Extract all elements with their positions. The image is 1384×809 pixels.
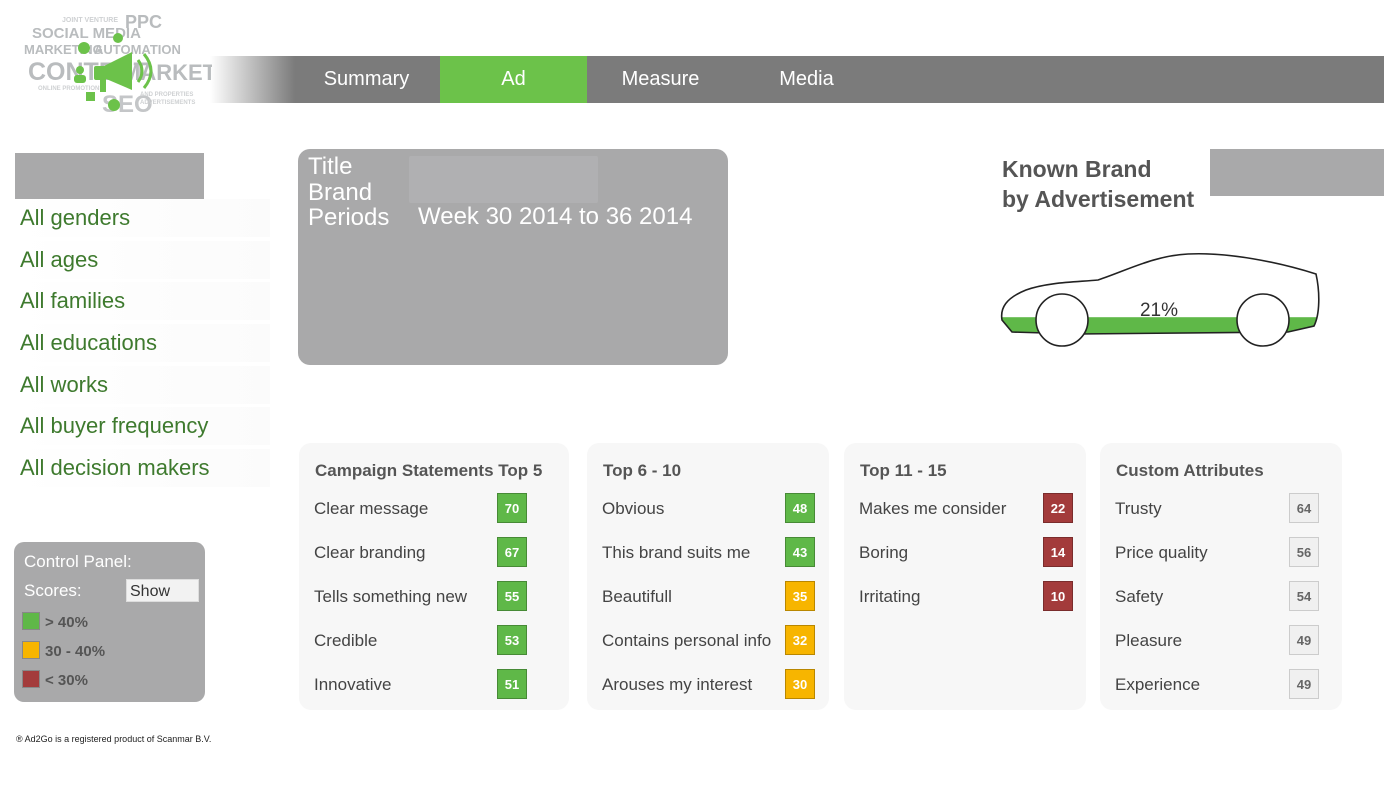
periods-value: Week 30 2014 to 36 2014 xyxy=(418,203,693,230)
statement-label: Makes me consider xyxy=(859,499,1007,518)
score-badge: 32 xyxy=(785,625,815,655)
score-badge: 49 xyxy=(1289,669,1319,699)
score-badge: 56 xyxy=(1289,537,1319,567)
filter-genders[interactable]: All genders xyxy=(15,199,270,237)
statement-label: Clear branding xyxy=(314,543,426,562)
title-label: Title xyxy=(308,153,353,180)
filter-educations[interactable]: All educations xyxy=(15,324,270,362)
score-badge: 43 xyxy=(785,537,815,567)
legend-red-swatch xyxy=(22,670,40,688)
logo-word-automation: AUTOMATION xyxy=(94,42,181,57)
filter-header xyxy=(15,153,204,200)
statement-label: Boring xyxy=(859,543,909,562)
statement-label: Clear message xyxy=(314,499,429,518)
tab-ad[interactable]: Ad xyxy=(440,56,587,103)
control-panel-title: Control Panel: xyxy=(24,552,132,571)
legend-amber-swatch xyxy=(22,641,40,659)
card-title: Custom Attributes xyxy=(1116,461,1264,480)
legend-red-label: < 30% xyxy=(45,672,88,689)
filter-decision-makers[interactable]: All decision makers xyxy=(15,449,270,487)
statement-label: Obvious xyxy=(602,499,665,518)
legend-green-swatch xyxy=(22,612,40,630)
filter-works[interactable]: All works xyxy=(15,366,270,404)
known-brand-value: 21% xyxy=(1140,300,1178,321)
known-brand-subtitle: by Advertisement xyxy=(1002,186,1195,212)
svg-text:JOINT VENTURE: JOINT VENTURE xyxy=(62,17,118,24)
score-badge: 30 xyxy=(785,669,815,699)
filter-buyer-frequency[interactable]: All buyer frequency xyxy=(15,407,270,445)
statement-label: Safety xyxy=(1115,587,1164,606)
marketing-word-cloud-logo: JOINT VENTURE PPC SOCIAL MEDIA MARKETING… xyxy=(24,12,212,118)
score-badge: 49 xyxy=(1289,625,1319,655)
svg-text:ONLINE PROMOTIONS: ONLINE PROMOTIONS xyxy=(38,86,103,92)
score-badge: 10 xyxy=(1043,581,1073,611)
statement-label: Innovative xyxy=(314,675,392,694)
score-badge: 51 xyxy=(497,669,527,699)
score-badge: 67 xyxy=(497,537,527,567)
legend-green-label: > 40% xyxy=(45,614,88,631)
score-badge: 70 xyxy=(497,493,527,523)
legend-amber-label: 30 - 40% xyxy=(45,643,106,660)
scores-label: Scores: xyxy=(24,581,82,600)
statement-label: Trusty xyxy=(1115,499,1162,518)
car-gauge: 21% xyxy=(1000,252,1320,347)
statement-label: Experience xyxy=(1115,675,1201,694)
statement-label: Pleasure xyxy=(1115,631,1183,650)
statement-label: This brand suits me xyxy=(602,543,751,562)
score-badge: 54 xyxy=(1289,581,1319,611)
card-top-11-15 xyxy=(844,443,1086,710)
brand-label: Brand xyxy=(308,179,373,206)
score-badge: 35 xyxy=(785,581,815,611)
card-title: Top 11 - 15 xyxy=(860,461,947,480)
score-badge: 22 xyxy=(1043,493,1073,523)
logo-word-social-media: SOCIAL MEDIA xyxy=(32,25,141,42)
filter-families[interactable]: All families xyxy=(15,282,270,320)
known-brand-title: Known Brand xyxy=(1002,156,1152,182)
svg-text:AND PROPERTIES: AND PROPERTIES xyxy=(140,92,193,98)
statement-label: Contains personal info xyxy=(602,631,772,650)
card-title: Campaign Statements Top 5 xyxy=(315,461,543,480)
score-badge: 55 xyxy=(497,581,527,611)
copyright-notice: ® Ad2Go is a registered product of Scanm… xyxy=(16,734,212,744)
score-badge: 14 xyxy=(1043,537,1073,567)
statement-label: Credible xyxy=(314,631,378,650)
statement-label: Tells something new xyxy=(314,587,468,606)
tab-measure[interactable]: Measure xyxy=(587,56,734,103)
tab-summary[interactable]: Summary xyxy=(293,56,440,103)
score-badge: 53 xyxy=(497,625,527,655)
known-brand-header-box xyxy=(1210,149,1384,196)
card-campaign-top5 xyxy=(299,443,569,710)
logo-word-marketing-2: MARKETING xyxy=(122,60,212,85)
scores-select[interactable]: Show xyxy=(126,579,199,602)
logo-word-marketing-1: MARKETING xyxy=(24,42,103,57)
filter-ages[interactable]: All ages xyxy=(15,241,270,279)
brand-value-redacted xyxy=(409,156,598,203)
statement-label: Irritating xyxy=(859,587,921,606)
statement-label: Price quality xyxy=(1115,543,1208,562)
statement-label: Beautifull xyxy=(602,587,672,606)
score-badge: 48 xyxy=(785,493,815,523)
svg-text:ADVERTISEMENTS: ADVERTISEMENTS xyxy=(140,100,195,106)
score-badge: 64 xyxy=(1289,493,1319,523)
tab-media[interactable]: Media xyxy=(733,56,880,103)
card-title: Top 6 - 10 xyxy=(603,461,682,480)
periods-label: Periods xyxy=(308,204,390,231)
statement-label: Arouses my interest xyxy=(602,675,753,694)
